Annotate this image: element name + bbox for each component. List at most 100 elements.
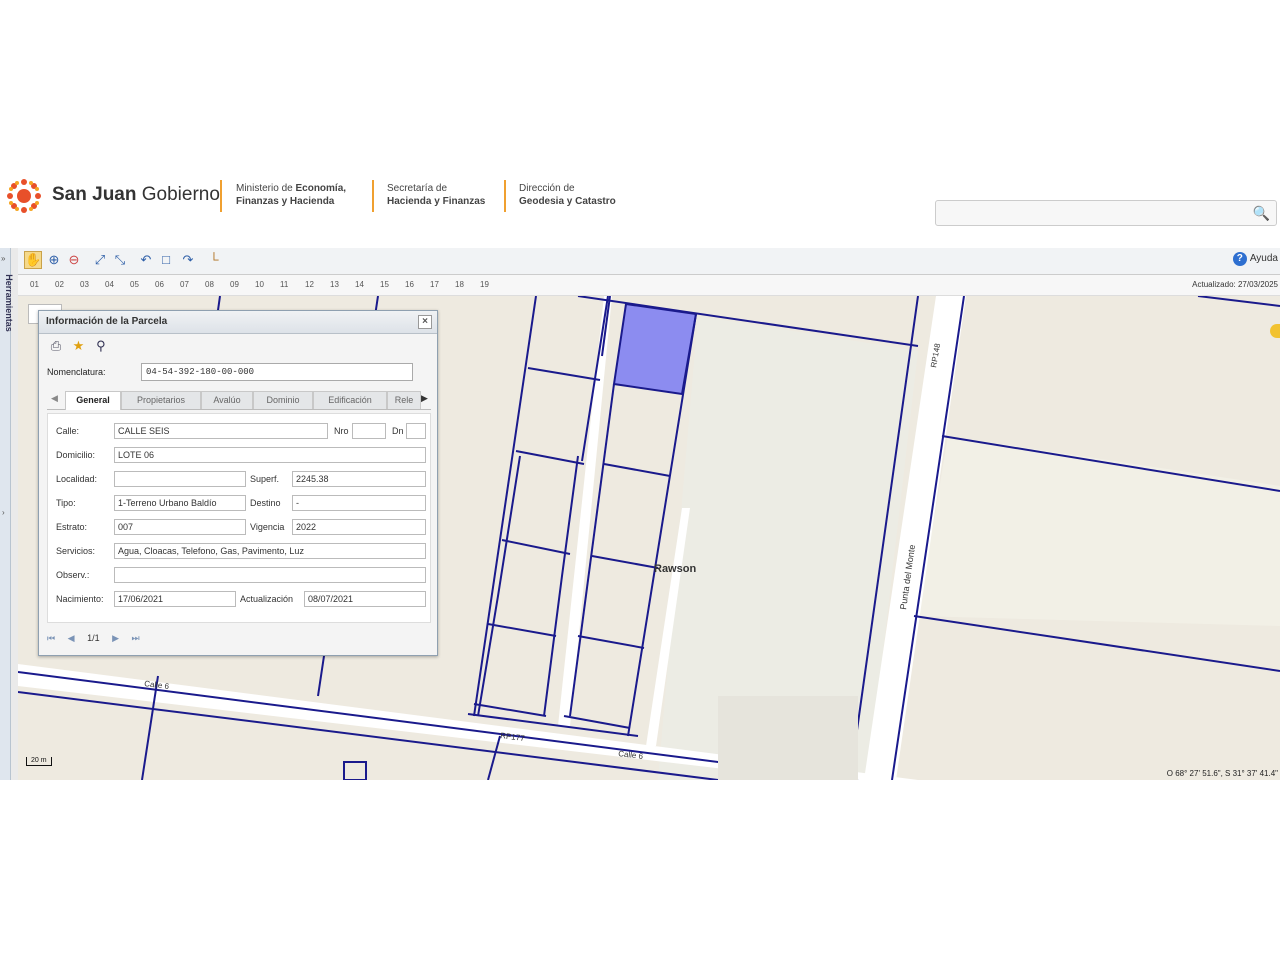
zoom-out-icon[interactable]: ⊖ — [66, 252, 82, 268]
location-pin-icon[interactable] — [1270, 324, 1280, 338]
building-block — [718, 696, 858, 780]
tab-dominio[interactable]: Dominio — [253, 391, 313, 409]
dn-label: Dn — [392, 426, 404, 436]
dept3-l2: Geodesia y Catastro — [519, 196, 616, 207]
actualizacion-label: Actualización — [240, 594, 294, 604]
expand-icon[interactable]: » — [1, 254, 5, 263]
window-title: Información de la Parcela — [46, 316, 168, 327]
close-icon[interactable]: × — [418, 315, 432, 329]
measure-icon[interactable]: └ — [206, 252, 222, 268]
ruler-tick[interactable]: 05 — [130, 280, 139, 289]
dn-field[interactable] — [406, 423, 426, 439]
ruler-tick[interactable]: 15 — [380, 280, 389, 289]
select-box-icon[interactable]: □ — [158, 252, 174, 268]
dept-geodesia: Dirección de Geodesia y Catastro — [519, 182, 616, 208]
search-input[interactable] — [942, 201, 1246, 225]
nro-label: Nro — [334, 426, 349, 436]
zoom-in-icon[interactable]: ⊕ — [46, 252, 62, 268]
superf-field[interactable]: 2245.38 — [292, 471, 426, 487]
brand-bold: San Juan — [52, 184, 137, 205]
print-icon[interactable]: ⎙ — [47, 338, 65, 354]
localidad-label: Localidad: — [56, 474, 98, 484]
domicilio-field[interactable]: LOTE 06 — [114, 447, 426, 463]
first-page-icon[interactable]: ⏮ — [47, 633, 55, 644]
next-page-icon[interactable]: ▶ — [112, 633, 119, 644]
tab-scroll-left-icon[interactable]: ◀ — [51, 393, 58, 404]
divider — [504, 180, 506, 212]
sun-logo-icon — [7, 179, 41, 213]
ruler-tick[interactable]: 14 — [355, 280, 364, 289]
star-icon[interactable]: ★ — [69, 338, 87, 354]
search-icon[interactable]: 🔍 — [1253, 205, 1270, 222]
actualizacion-field[interactable]: 08/07/2021 — [304, 591, 426, 607]
scale-bar: 20 m — [26, 757, 52, 766]
site-header: San Juan Gobierno Ministerio de Economía… — [0, 170, 1280, 248]
help-label: Ayuda — [1249, 253, 1278, 264]
last-page-icon[interactable]: ⏭ — [132, 633, 140, 644]
brand-light: Gobierno — [141, 184, 220, 205]
calle-field[interactable]: CALLE SEIS — [114, 423, 328, 439]
ruler-tick[interactable]: 03 — [80, 280, 89, 289]
ruler-tick[interactable]: 12 — [305, 280, 314, 289]
coordinates-readout: O 68° 27' 51.6", S 31° 37' 41.4" — [1166, 769, 1278, 778]
vigencia-label: Vigencia — [250, 522, 285, 532]
ruler-tick[interactable]: 13 — [330, 280, 339, 289]
map-toolbar: ✋ ⊕ ⊖ ⤢ ⤡ ↶ □ ↷ └ ? Ayuda — [18, 248, 1280, 275]
tab-edificacion[interactable]: Edificación — [313, 391, 387, 409]
observ-field[interactable] — [114, 567, 426, 583]
nacimiento-field[interactable]: 17/06/2021 — [114, 591, 236, 607]
ruler-tick[interactable]: 19 — [480, 280, 489, 289]
magnifier-icon[interactable]: ⚲ — [92, 338, 110, 354]
dept2-l1: Secretaría de — [387, 183, 448, 194]
undo-icon[interactable]: ↶ — [138, 252, 154, 268]
parcel-info-window[interactable]: Información de la Parcela × ⎙ ★ ⚲ Nomenc… — [38, 310, 438, 656]
estrato-field[interactable]: 007 — [114, 519, 246, 535]
vigencia-field[interactable]: 2022 — [292, 519, 426, 535]
update-date: Actualizado: 27/03/2025 — [1192, 280, 1278, 289]
ruler-tick[interactable]: 01 — [30, 280, 39, 289]
servicios-field[interactable]: Agua, Cloacas, Telefono, Gas, Pavimento,… — [114, 543, 426, 559]
panel-tools: ⎙ ★ ⚲ — [47, 337, 110, 355]
dept-secretaria: Secretaría de Hacienda y Finanzas — [387, 182, 485, 208]
ruler-tick[interactable]: 11 — [280, 280, 288, 289]
tab-propietarios[interactable]: Propietarios — [121, 391, 201, 409]
ruler-tick[interactable]: 09 — [230, 280, 239, 289]
ruler-tick[interactable]: 17 — [430, 280, 439, 289]
ruler-tick[interactable]: 16 — [405, 280, 414, 289]
tools-sidebar[interactable]: » Herramientas › — [0, 248, 14, 780]
nomenclatura-field[interactable]: 04-54-392-180-00-000 — [141, 363, 413, 381]
dept1-l1b: Economía, — [295, 183, 347, 194]
tab-scroll-right-icon[interactable]: ▶ — [421, 393, 428, 404]
ruler-tick[interactable]: 08 — [205, 280, 214, 289]
tipo-label: Tipo: — [56, 498, 76, 508]
divider — [372, 180, 374, 212]
search-box: 🔍 — [935, 200, 1277, 226]
ruler-tick[interactable]: 18 — [455, 280, 464, 289]
destino-field[interactable]: - — [292, 495, 426, 511]
ruler-tick[interactable]: 04 — [105, 280, 114, 289]
ruler-tick[interactable]: 06 — [155, 280, 164, 289]
ruler-tick[interactable]: 10 — [255, 280, 264, 289]
redo-icon[interactable]: ↷ — [180, 252, 196, 268]
chevron-right-icon[interactable]: › — [2, 508, 5, 517]
scale-ruler: 01 02 03 04 05 06 07 08 09 10 11 12 13 1… — [18, 275, 1280, 296]
help-button[interactable]: ? Ayuda — [1232, 252, 1278, 266]
tipo-field[interactable]: 1-Terreno Urbano Baldío — [114, 495, 246, 511]
localidad-field[interactable] — [114, 471, 246, 487]
tab-general[interactable]: General — [65, 391, 121, 410]
prev-page-icon[interactable]: ◀ — [68, 633, 75, 644]
tab-rele[interactable]: Rele — [387, 391, 421, 409]
ruler-tick[interactable]: 07 — [180, 280, 189, 289]
superf-label: Superf. — [250, 474, 280, 484]
nro-field[interactable] — [352, 423, 386, 439]
calle-label: Calle: — [56, 426, 80, 436]
tab-avaluo[interactable]: Avalúo — [201, 391, 253, 409]
brand-name[interactable]: San Juan Gobierno — [52, 184, 220, 206]
window-titlebar[interactable]: Información de la Parcela × — [39, 311, 437, 334]
selected-parcel[interactable] — [612, 302, 698, 396]
general-form: Calle: CALLE SEIS Nro Dn Domicilio: LOTE… — [47, 413, 431, 623]
zoom-extent-icon[interactable]: ⤢ — [92, 252, 108, 268]
ruler-tick[interactable]: 02 — [55, 280, 64, 289]
full-extent-icon[interactable]: ⤡ — [112, 252, 128, 268]
hand-icon[interactable]: ✋ — [24, 251, 42, 269]
